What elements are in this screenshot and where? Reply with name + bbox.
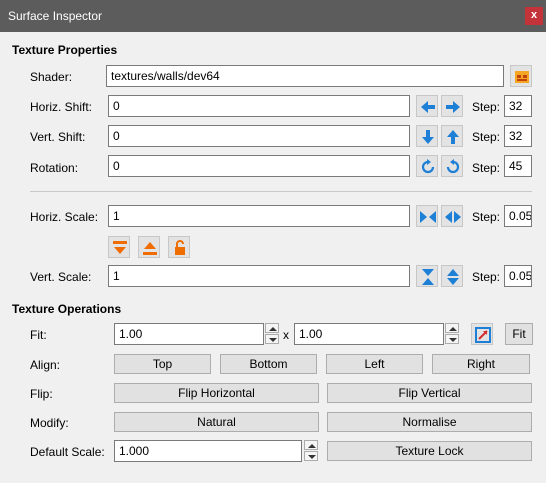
caret-up-icon (269, 327, 277, 331)
align-right-button[interactable]: Right (432, 354, 530, 374)
fit-label: Fit: (30, 328, 47, 342)
fit-button[interactable]: Fit (505, 323, 533, 345)
horiz-scale-input[interactable]: 1 (108, 205, 410, 227)
align-top-button[interactable]: Top (114, 354, 211, 374)
vert-shrink-icon (422, 269, 434, 285)
shader-input[interactable]: textures/walls/dev64 (106, 65, 504, 87)
fit-width-spinner[interactable] (265, 323, 279, 345)
vert-scale-step-input[interactable]: 0.05 (504, 265, 532, 287)
flip-horizontal-button[interactable]: Flip Horizontal (114, 383, 319, 403)
shader-browse-button[interactable] (510, 65, 532, 87)
horiz-scale-grow-button[interactable] (441, 205, 463, 227)
vert-shift-input[interactable]: 0 (108, 125, 410, 147)
fit-resize-icon (475, 327, 491, 343)
vert-grow-icon (447, 269, 459, 285)
spinner-up-button[interactable] (445, 323, 459, 333)
caret-down-icon (308, 455, 316, 459)
shift-up-button[interactable] (441, 125, 463, 147)
horiz-shift-label: Horiz. Shift: (30, 100, 93, 114)
texture-properties-heading: Texture Properties (12, 43, 118, 57)
rotate-counterclockwise-icon (446, 159, 460, 174)
rotate-clockwise-button[interactable] (416, 155, 438, 177)
vert-scale-step-label: Step: (472, 270, 501, 284)
horiz-shift-step-label: Step: (472, 100, 501, 114)
align-bottom-button[interactable]: Bottom (220, 354, 317, 374)
rotate-counterclockwise-button[interactable] (441, 155, 463, 177)
vert-shift-step-label: Step: (472, 130, 501, 144)
spinner-down-button[interactable] (445, 334, 459, 344)
horiz-grow-icon (445, 211, 461, 223)
section-divider (30, 191, 532, 192)
caret-down-icon (269, 338, 277, 342)
align-bottom-icon (113, 241, 127, 254)
texture-lock-button[interactable]: Texture Lock (327, 441, 532, 461)
arrow-up-icon (447, 130, 459, 144)
shift-left-button[interactable] (416, 95, 438, 117)
fit-height-input[interactable]: 1.00 (294, 323, 444, 345)
texture-operations-heading: Texture Operations (12, 302, 122, 316)
rotation-step-input[interactable]: 45 (504, 155, 532, 177)
rotation-input[interactable]: 0 (108, 155, 410, 177)
spinner-down-button[interactable] (265, 334, 279, 344)
arrow-down-icon (422, 130, 434, 144)
horiz-scale-shrink-button[interactable] (416, 205, 438, 227)
shift-down-button[interactable] (416, 125, 438, 147)
normalise-button[interactable]: Normalise (327, 412, 532, 432)
horiz-shrink-icon (420, 211, 436, 223)
vert-scale-shrink-button[interactable] (416, 265, 438, 287)
horiz-scale-step-label: Step: (472, 210, 501, 224)
flip-vertical-button[interactable]: Flip Vertical (327, 383, 532, 403)
spinner-up-button[interactable] (265, 323, 279, 333)
horiz-shift-input[interactable]: 0 (108, 95, 410, 117)
rotate-clockwise-icon (421, 159, 435, 174)
texture-browser-icon (515, 71, 529, 83)
close-button[interactable]: x (525, 7, 543, 25)
caret-up-icon (449, 327, 457, 331)
align-left-button[interactable]: Left (326, 354, 423, 374)
align-label: Align: (30, 358, 61, 372)
arrow-left-icon (421, 101, 435, 113)
scale-lock-button[interactable] (168, 236, 190, 258)
modify-label: Modify: (30, 416, 69, 430)
fit-link-button[interactable] (471, 323, 493, 345)
unlock-icon (175, 240, 185, 255)
fit-separator: x (283, 328, 289, 342)
shift-to-top-button[interactable] (138, 236, 160, 258)
shader-label: Shader: (30, 70, 73, 84)
horiz-scale-label: Horiz. Scale: (30, 210, 99, 224)
window-title: Surface Inspector (8, 9, 103, 23)
caret-down-icon (449, 338, 457, 342)
default-scale-label: Default Scale: (30, 445, 105, 459)
horiz-shift-step-input[interactable]: 32 (504, 95, 532, 117)
rotation-label: Rotation: (30, 161, 79, 175)
vert-scale-input[interactable]: 1 (108, 265, 410, 287)
vert-shift-label: Vert. Shift: (30, 130, 86, 144)
vert-scale-label: Vert. Scale: (30, 270, 92, 284)
title-bar: Surface Inspector x (0, 0, 546, 32)
caret-up-icon (308, 444, 316, 448)
shift-to-bottom-button[interactable] (108, 236, 130, 258)
arrow-right-icon (446, 101, 460, 113)
fit-width-input[interactable]: 1.00 (114, 323, 264, 345)
default-scale-input[interactable]: 1.000 (114, 440, 302, 462)
horiz-scale-step-input[interactable]: 0.05 (504, 205, 532, 227)
align-top-icon (143, 242, 157, 255)
spinner-up-button[interactable] (304, 440, 318, 450)
spinner-down-button[interactable] (304, 451, 318, 461)
rotation-step-label: Step: (472, 161, 501, 175)
default-scale-spinner[interactable] (304, 440, 318, 462)
fit-height-spinner[interactable] (445, 323, 459, 345)
natural-button[interactable]: Natural (114, 412, 319, 432)
flip-label: Flip: (30, 387, 53, 401)
shift-right-button[interactable] (441, 95, 463, 117)
vert-shift-step-input[interactable]: 32 (504, 125, 532, 147)
vert-scale-grow-button[interactable] (441, 265, 463, 287)
